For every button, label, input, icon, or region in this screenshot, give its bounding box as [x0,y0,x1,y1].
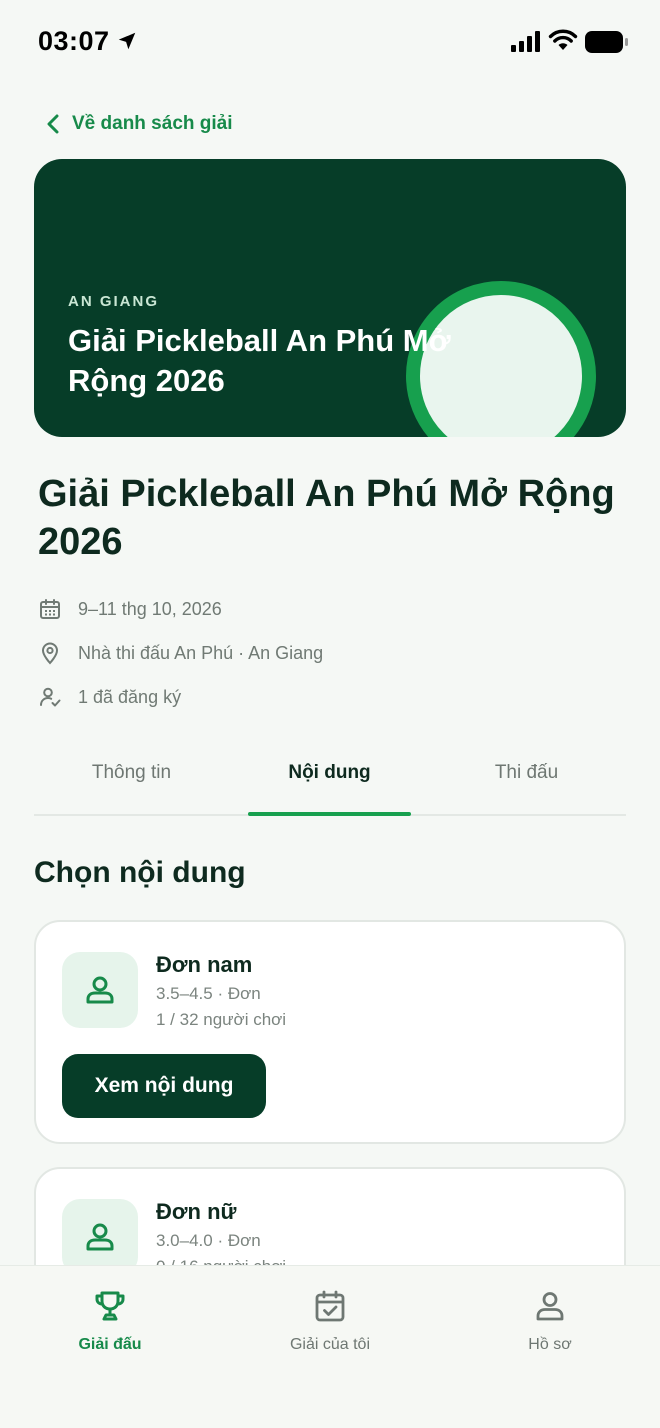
trophy-icon [95,1291,125,1321]
calendar-check-icon [315,1290,345,1322]
meta-registered: 1 đã đăng ký [38,685,181,709]
status-bar: 03:07 [0,0,660,84]
meta-date-text: 9–11 thg 10, 2026 [78,598,222,619]
wifi-icon [548,29,578,50]
calendar-icon [40,599,60,619]
event-card: Đơn nam 3.5–4.5 · Đơn 1 / 32 người chơi … [34,920,626,1144]
nav-label: Giải của tôi [289,1336,371,1353]
bottom-nav: Giải đấu Giải của tôi Hồ sơ [0,1265,660,1428]
nav-my-tournaments[interactable]: Giải của tôi [250,1288,410,1354]
view-event-button[interactable]: Xem nội dung [62,1054,266,1118]
tab-events[interactable]: Nội dung [248,762,411,814]
battery-icon [585,31,628,53]
hero-title: Giải Pickleball An Phú Mở Rộng 2026 [68,323,451,398]
back-label: Về danh sách giải [72,113,233,134]
event-icon-box [62,1199,138,1275]
event-name: Đơn nữ [156,1199,237,1224]
tournament-hero-banner: AN GIANG Giải Pickleball An Phú Mở Rộng … [34,159,626,437]
event-players: 1 / 32 người chơi [156,1010,287,1029]
location-arrow-icon [118,32,136,50]
map-pin-icon [41,642,59,665]
meta-date: 9–11 thg 10, 2026 [38,597,222,621]
nav-label: Giải đấu [78,1336,142,1353]
status-time: 03:07 [38,26,110,56]
cellular-signal-icon [511,31,540,52]
user-icon [536,1292,564,1321]
active-tab-indicator [248,812,411,816]
back-to-list-link[interactable]: Về danh sách giải [44,112,233,136]
tab-matches[interactable]: Thi đấu [445,762,608,814]
event-level: 3.5–4.5 · Đơn [156,984,261,1003]
event-name: Đơn nam [156,952,253,977]
event-level: 3.0–4.0 · Đơn [156,1231,261,1250]
page-title: Giải Pickleball An Phú Mở Rộng 2026 [38,473,615,563]
nav-tournaments[interactable]: Giải đấu [30,1288,190,1354]
section-title: Chọn nội dung [34,856,246,889]
tab-bar: Thông tin Nội dung Thi đấu [34,748,626,816]
meta-venue-text: Nhà thi đấu An Phú · An Giang [78,642,324,663]
user-icon [86,976,114,1004]
meta-registered-text: 1 đã đăng ký [78,686,182,707]
chevron-left-icon [47,114,59,134]
user-check-icon [40,687,61,707]
nav-label: Hồ sơ [528,1336,572,1353]
meta-venue: Nhà thi đấu An Phú · An Giang [38,641,323,665]
event-icon-box [62,952,138,1028]
hero-region: AN GIANG [68,293,159,310]
user-icon [86,1223,114,1251]
tab-info[interactable]: Thông tin [50,762,213,814]
nav-profile[interactable]: Hồ sơ [470,1288,630,1354]
